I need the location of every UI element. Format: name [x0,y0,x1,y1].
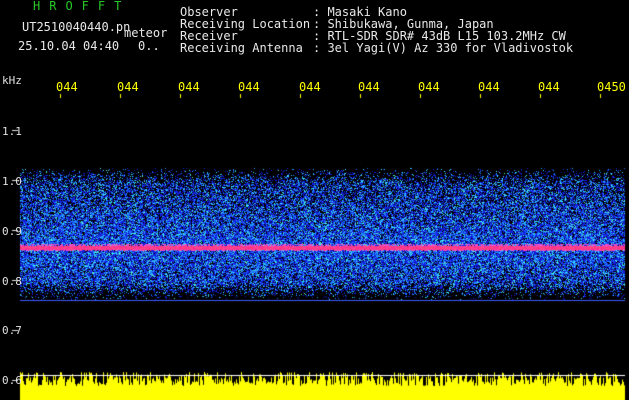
x-tick-label: 044 [299,80,321,94]
y-tick-label: 1.0 [2,175,22,188]
file-tag: meteor [124,26,168,40]
y-tick-label: 1.1 [2,125,22,138]
x-tick-label: 044 [418,80,440,94]
x-tick-label: 044 [478,80,500,94]
y-tick-label: 0.6 [2,374,22,387]
file-name: UT2510040440.pn [22,20,131,34]
y-tick-label: 0.7 [2,324,22,337]
x-tick-label: 0450 [597,80,626,94]
app-title: HROFFT [33,0,131,13]
x-tick-label: 044 [538,80,560,94]
x-tick-label: 044 [178,80,200,94]
file-count: 0.. [138,39,160,53]
y-tick-label: 0.8 [2,275,22,288]
x-tick-label: 044 [358,80,380,94]
spectrogram-canvas [0,0,629,400]
station-value-antenna: : 3el Yagi(V) Az 330 for Vladivostok [313,41,574,55]
y-axis-unit: kHz [2,74,22,87]
x-tick-label: 044 [238,80,260,94]
y-tick-label: 0.9 [2,225,22,238]
x-tick-label: 044 [56,80,78,94]
x-tick-label: 044 [117,80,139,94]
station-label: Receiving Antenna [180,41,303,55]
file-datetime: 25.10.04 04:40 [18,39,120,53]
station-row-antenna: Receiving Antenna [180,42,303,54]
